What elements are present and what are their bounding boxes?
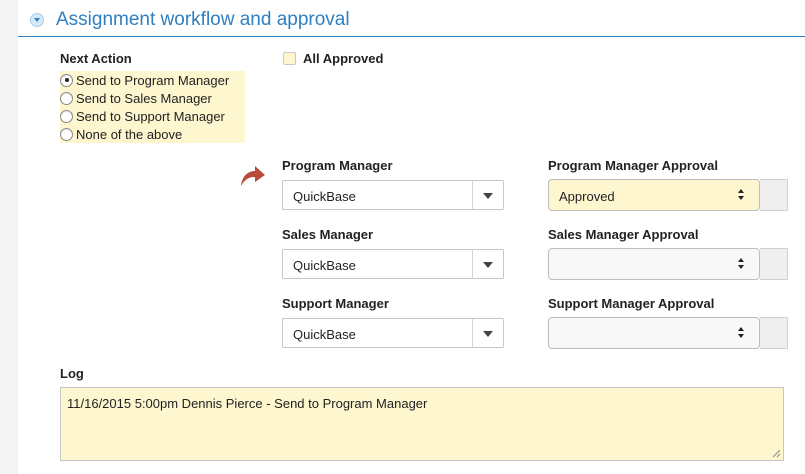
log-textarea[interactable]: 11/16/2015 5:00pm Dennis Pierce - Send t… [60,387,784,461]
program-manager-combobox[interactable]: QuickBase [282,180,504,210]
select-tail [760,179,788,211]
support-manager-combobox[interactable]: QuickBase [282,318,504,348]
sales-manager-combobox[interactable]: QuickBase [282,249,504,279]
radio-send-to-sales-manager[interactable]: Send to Sales Manager [60,89,245,107]
dropdown-arrow-icon[interactable] [472,181,503,209]
radio-send-to-support-manager[interactable]: Send to Support Manager [60,107,245,125]
redirect-arrow-icon [241,166,265,186]
workflow-panel: Assignment workflow and approval Next Ac… [18,0,805,474]
support-manager-approval-select[interactable] [548,317,760,349]
sales-manager-approval-label: Sales Manager Approval [548,227,699,242]
collapse-chevron-icon[interactable] [30,13,44,27]
select-arrows-icon [738,189,746,201]
radio-button[interactable] [60,127,73,141]
radio-label: Send to Program Manager [76,72,230,88]
resize-grip-icon[interactable] [772,449,781,458]
log-entry: 11/16/2015 5:00pm Dennis Pierce - Send t… [67,396,428,411]
radio-label: Send to Sales Manager [76,90,212,106]
radio-label: None of the above [76,126,183,142]
select-arrows-icon [738,258,746,270]
select-arrows-icon [738,327,746,339]
combobox-value: QuickBase [293,327,356,342]
all-approved-label: All Approved [303,51,384,66]
radio-none-of-the-above[interactable]: None of the above [60,125,245,143]
select-tail [760,317,788,349]
all-approved-checkbox[interactable] [283,52,296,65]
radio-label: Send to Support Manager [76,108,225,124]
section-title[interactable]: Assignment workflow and approval [56,9,350,31]
sales-manager-approval-select[interactable] [548,248,760,280]
program-manager-approval-select[interactable]: Approved [548,179,760,211]
dropdown-arrow-icon[interactable] [472,250,503,278]
radio-button[interactable] [60,91,73,105]
next-action-radio-group: Send to Program Manager Send to Sales Ma… [60,71,245,143]
next-action-label: Next Action [60,51,132,66]
sales-manager-label: Sales Manager [282,227,374,242]
radio-button[interactable] [60,109,73,123]
dropdown-arrow-icon[interactable] [472,319,503,347]
select-tail [760,248,788,280]
radio-send-to-program-manager[interactable]: Send to Program Manager [60,71,245,89]
radio-button-selected[interactable] [60,73,73,87]
program-manager-approval-label: Program Manager Approval [548,158,719,173]
section-header: Assignment workflow and approval [18,0,805,37]
combobox-value: QuickBase [293,258,356,273]
program-manager-label: Program Manager [282,158,393,173]
support-manager-approval-label: Support Manager Approval [548,296,715,311]
support-manager-label: Support Manager [282,296,389,311]
select-value: Approved [559,189,615,204]
log-label: Log [60,366,84,381]
combobox-value: QuickBase [293,189,356,204]
